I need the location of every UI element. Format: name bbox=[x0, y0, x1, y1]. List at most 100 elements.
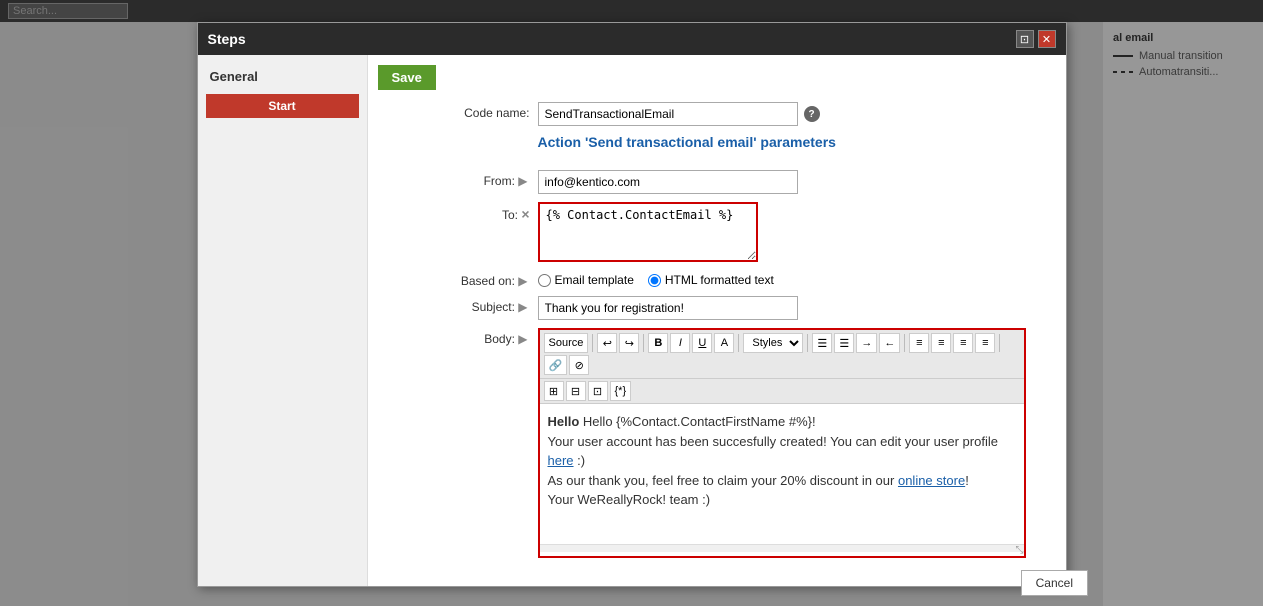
footer-area: Cancel bbox=[1021, 570, 1088, 596]
section-heading-spacer bbox=[378, 134, 538, 138]
body-line-1: Hello Hello {%Contact.ContactFirstName #… bbox=[548, 412, 1016, 432]
align-justify-btn[interactable]: ≡ bbox=[975, 333, 995, 353]
steps-dialog: Steps ⊡ ✕ General Start Save bbox=[197, 22, 1067, 587]
radio-email-input[interactable] bbox=[538, 274, 551, 287]
undo-button[interactable]: ↩ bbox=[597, 333, 617, 353]
based-on-row: Based on: ▶ Email template bbox=[378, 270, 1046, 288]
body-control-area: Source ↩ ↪ B I U A bbox=[538, 328, 1046, 558]
based-on-control-area: Email template HTML formatted text bbox=[538, 270, 1046, 287]
toolbar-sep-2 bbox=[643, 334, 644, 352]
toolbar-sep-6 bbox=[999, 334, 1000, 352]
dialog-main: Save Code name: ? Action 'Send transacti… bbox=[368, 55, 1066, 586]
top-search-input[interactable] bbox=[8, 3, 128, 19]
rte-toolbar-1: Source ↩ ↪ B I U A bbox=[540, 330, 1024, 379]
modal-backdrop: Steps ⊡ ✕ General Start Save bbox=[0, 22, 1263, 606]
dialog-title: Steps bbox=[208, 31, 246, 47]
codename-control-area: ? bbox=[538, 102, 1046, 126]
font-color-button[interactable]: A bbox=[714, 333, 734, 353]
dialog-controls: ⊡ ✕ bbox=[1016, 30, 1056, 48]
body-macro-1: Hello {%Contact.ContactFirstName #%}! bbox=[583, 414, 816, 429]
body-line2-end: :) bbox=[574, 453, 586, 468]
table-btn[interactable]: ⊞ bbox=[544, 381, 564, 401]
based-on-arrow: ▶ bbox=[518, 274, 527, 288]
source-button[interactable]: Source bbox=[544, 333, 589, 353]
resize-icon: ⤡ bbox=[1016, 545, 1024, 556]
codename-help-icon[interactable]: ? bbox=[804, 106, 820, 122]
underline-button[interactable]: U bbox=[692, 333, 712, 353]
rte-toolbar-2: ⊞ ⊟ ⊡ {*} bbox=[540, 379, 1024, 404]
subject-row: Subject: ▶ bbox=[378, 296, 1046, 320]
dialog-titlebar: Steps ⊡ ✕ bbox=[198, 23, 1066, 55]
rte-resize-handle[interactable]: ⤡ bbox=[540, 544, 1024, 552]
subject-control-area bbox=[538, 296, 1046, 320]
body-line-4: Your WeReallyRock! team :) bbox=[548, 490, 1016, 510]
radio-html-label: HTML formatted text bbox=[665, 273, 774, 287]
styles-dropdown[interactable]: Styles bbox=[743, 333, 803, 353]
outdent-btn[interactable]: ← bbox=[879, 333, 900, 353]
based-on-radio-group: Email template HTML formatted text bbox=[538, 270, 774, 287]
unlink-button[interactable]: ⊘ bbox=[569, 355, 589, 375]
bold-button[interactable]: B bbox=[648, 333, 668, 353]
section-heading: Action 'Send transactional email' parame… bbox=[538, 134, 836, 150]
redo-button[interactable]: ↪ bbox=[619, 333, 639, 353]
link-button[interactable]: 🔗 bbox=[544, 355, 568, 375]
top-bar bbox=[0, 0, 1263, 22]
body-hello: Hello bbox=[548, 414, 580, 429]
rte-content[interactable]: Hello Hello {%Contact.ContactFirstName #… bbox=[540, 404, 1024, 544]
body-line3-link[interactable]: online store bbox=[898, 473, 965, 488]
from-input[interactable] bbox=[538, 170, 798, 194]
indent-btn[interactable]: → bbox=[856, 333, 877, 353]
to-label-text: To: bbox=[502, 208, 518, 222]
body-line3-end: ! bbox=[965, 473, 969, 488]
body-label-text: Body: bbox=[484, 332, 515, 346]
section-heading-row: Action 'Send transactional email' parame… bbox=[378, 134, 1046, 162]
align-center-btn[interactable]: ≡ bbox=[931, 333, 951, 353]
subject-label: Subject: ▶ bbox=[378, 296, 538, 314]
dialog-sidebar: General Start bbox=[198, 55, 368, 586]
radio-html-formatted[interactable]: HTML formatted text bbox=[648, 273, 774, 287]
codename-row: Code name: ? bbox=[378, 102, 1046, 126]
image-btn[interactable]: ⊡ bbox=[588, 381, 608, 401]
body-row: Body: ▶ Source ↩ ↪ bbox=[378, 328, 1046, 558]
italic-button[interactable]: I bbox=[670, 333, 690, 353]
rich-text-editor: Source ↩ ↪ B I U A bbox=[538, 328, 1026, 558]
table-props-btn[interactable]: ⊟ bbox=[566, 381, 586, 401]
codename-input[interactable] bbox=[538, 102, 798, 126]
toolbar-sep-5 bbox=[904, 334, 905, 352]
radio-email-label: Email template bbox=[555, 273, 634, 287]
list-btn-1[interactable]: ☰ bbox=[812, 333, 832, 353]
radio-html-input[interactable] bbox=[648, 274, 661, 287]
list-btn-2[interactable]: ☰ bbox=[834, 333, 854, 353]
from-label: From: ▶ bbox=[378, 170, 538, 188]
macro-btn[interactable]: {*} bbox=[610, 381, 632, 401]
radio-email-template[interactable]: Email template bbox=[538, 273, 634, 287]
to-row: To: × {% Contact.ContactEmail %} bbox=[378, 202, 1046, 262]
close-button[interactable]: ✕ bbox=[1038, 30, 1056, 48]
subject-input[interactable] bbox=[538, 296, 798, 320]
from-label-text: From: bbox=[484, 174, 515, 188]
toolbar-sep-4 bbox=[807, 334, 808, 352]
body-line2-link[interactable]: here bbox=[548, 453, 574, 468]
to-x-btn[interactable]: × bbox=[521, 206, 529, 222]
to-input[interactable]: {% Contact.ContactEmail %} bbox=[538, 202, 758, 262]
body-line-2: Your user account has been succesfully c… bbox=[548, 432, 1016, 471]
cancel-button[interactable]: Cancel bbox=[1021, 570, 1088, 596]
from-arrow: ▶ bbox=[518, 174, 527, 188]
from-control-area bbox=[538, 170, 1046, 194]
to-control-area: {% Contact.ContactEmail %} bbox=[538, 202, 1046, 262]
based-on-label: Based on: ▶ bbox=[378, 270, 538, 288]
toolbar-sep-3 bbox=[738, 334, 739, 352]
body-line3-text: As our thank you, feel free to claim you… bbox=[548, 473, 898, 488]
body-line-3: As our thank you, feel free to claim you… bbox=[548, 471, 1016, 491]
subject-arrow: ▶ bbox=[518, 300, 527, 314]
save-button[interactable]: Save bbox=[378, 65, 436, 90]
align-left-btn[interactable]: ≡ bbox=[909, 333, 929, 353]
toolbar-sep-1 bbox=[592, 334, 593, 352]
sidebar-start[interactable]: Start bbox=[206, 94, 359, 118]
from-row: From: ▶ bbox=[378, 170, 1046, 194]
sidebar-general[interactable]: General bbox=[198, 63, 367, 90]
codename-label: Code name: bbox=[378, 102, 538, 120]
restore-button[interactable]: ⊡ bbox=[1016, 30, 1034, 48]
align-right-btn[interactable]: ≡ bbox=[953, 333, 973, 353]
dialog-body: General Start Save Code name: ? bbox=[198, 55, 1066, 586]
